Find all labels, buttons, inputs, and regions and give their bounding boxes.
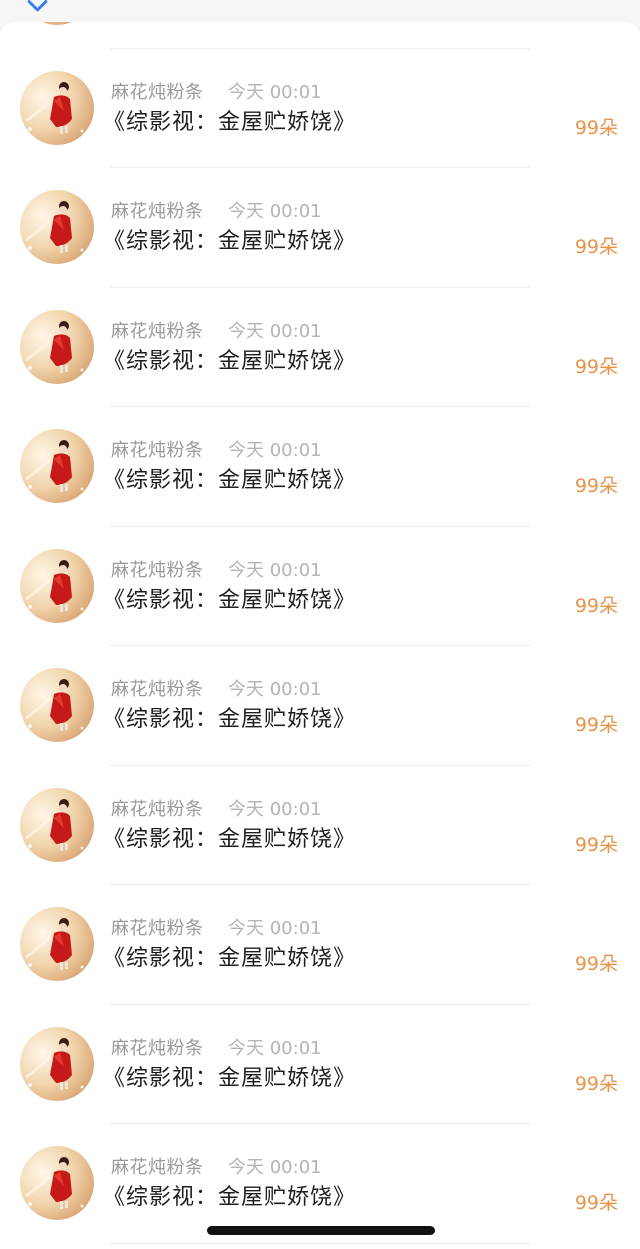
flower-count: 99朵 <box>574 1192 618 1214</box>
book-title[interactable]: 《综影视：金屋贮娇饶》 <box>103 343 356 375</box>
list-item[interactable]: 麻花炖粉条 今天 00:01 《综影视：金屋贮娇饶》 99朵 <box>0 49 640 168</box>
timestamp: 今天 00:01 <box>228 201 322 222</box>
user-name: 麻花炖粉条 <box>111 320 204 342</box>
flower-count: 99朵 <box>574 953 618 975</box>
avatar-image-icon[interactable] <box>20 668 94 742</box>
avatar-image-icon[interactable] <box>20 429 94 503</box>
avatar-figure <box>25 1037 84 1090</box>
flower-count: 99朵 <box>574 355 618 378</box>
avatar-image-icon[interactable] <box>20 22 94 25</box>
book-title[interactable]: 《综影视：金屋贮娇饶》 <box>103 940 356 972</box>
reward-list-card: 麻花炖粉条 今天 00:01 《综影视：金屋贮娇饶》 66朵 麻花炖粉条 今天 … <box>0 22 640 1249</box>
avatar-image-icon[interactable] <box>20 787 94 862</box>
list-item[interactable]: 麻花炖粉条 今天 00:01 《综影视：金屋贮娇饶》 99朵 <box>0 646 640 766</box>
user-name: 麻花炖粉条 <box>111 1157 204 1178</box>
avatar-image-icon[interactable] <box>20 1146 94 1220</box>
timestamp: 今天 00:01 <box>228 1157 322 1178</box>
timestamp: 今天 00:01 <box>228 1037 322 1059</box>
user-name: 麻花炖粉条 <box>111 1037 204 1059</box>
avatar-image-icon[interactable] <box>20 70 94 145</box>
user-name: 麻花炖粉条 <box>111 798 204 820</box>
book-title[interactable]: 《综影视：金屋贮娇饶》 <box>103 223 356 255</box>
user-name: 麻花炖粉条 <box>111 679 204 700</box>
avatar-figure <box>25 918 84 970</box>
avatar-figure <box>25 559 84 612</box>
flower-count: 99朵 <box>574 594 618 617</box>
user-name: 麻花炖粉条 <box>111 81 204 103</box>
avatar-image-icon[interactable] <box>20 1026 94 1101</box>
book-title[interactable]: 《综影视：金屋贮娇饶》 <box>103 1179 356 1211</box>
list-item[interactable]: 麻花炖粉条 今天 00:01 《综影视：金屋贮娇饶》 66朵 <box>0 22 640 49</box>
book-title[interactable]: 《综影视：金屋贮娇饶》 <box>103 701 356 733</box>
divider <box>110 1242 530 1244</box>
book-title[interactable]: 《综影视：金屋贮娇饶》 <box>103 1060 356 1092</box>
timestamp: 今天 00:01 <box>228 918 322 939</box>
flower-count: 99朵 <box>574 714 618 736</box>
avatar-figure <box>25 201 84 253</box>
avatar-figure <box>25 798 84 851</box>
user-name: 麻花炖粉条 <box>111 559 204 581</box>
list-item[interactable]: 麻花炖粉条 今天 00:01 《综影视：金屋贮娇饶》 99朵 <box>0 527 640 646</box>
user-name: 麻花炖粉条 <box>111 440 204 461</box>
timestamp: 今天 00:01 <box>228 559 322 581</box>
avatar-figure <box>25 81 84 134</box>
reward-list[interactable]: 麻花炖粉条 今天 00:01 《综影视：金屋贮娇饶》 66朵 麻花炖粉条 今天 … <box>0 22 640 1244</box>
app-screen: 麻花炖粉条 今天 00:01 《综影视：金屋贮娇饶》 66朵 麻花炖粉条 今天 … <box>0 0 640 1249</box>
timestamp: 今天 00:01 <box>228 440 322 461</box>
flower-count: 99朵 <box>574 475 618 497</box>
avatar-image-icon[interactable] <box>20 548 94 623</box>
home-indicator[interactable] <box>207 1226 435 1235</box>
avatar-figure <box>25 1157 84 1209</box>
list-item[interactable]: 麻花炖粉条 今天 00:01 《综影视：金屋贮娇饶》 99朵 <box>0 168 640 288</box>
timestamp: 今天 00:01 <box>228 679 322 700</box>
list-item[interactable]: 麻花炖粉条 今天 00:01 《综影视：金屋贮娇饶》 99朵 <box>0 288 640 407</box>
avatar-figure <box>25 679 84 731</box>
user-name: 麻花炖粉条 <box>111 201 204 222</box>
avatar-image-icon[interactable] <box>20 190 94 264</box>
flower-count: 99朵 <box>574 833 618 856</box>
book-title[interactable]: 《综影视：金屋贮娇饶》 <box>103 582 356 614</box>
flower-count: 99朵 <box>574 236 618 258</box>
timestamp: 今天 00:01 <box>228 320 322 342</box>
user-name: 麻花炖粉条 <box>111 918 204 939</box>
timestamp: 今天 00:01 <box>228 81 322 103</box>
avatar-image-icon[interactable] <box>20 309 94 384</box>
book-title[interactable]: 《综影视：金屋贮娇饶》 <box>103 462 356 494</box>
avatar-figure <box>20 22 94 25</box>
back-chevron-icon[interactable] <box>26 0 49 13</box>
flower-count: 99朵 <box>574 116 618 139</box>
avatar-image-icon[interactable] <box>20 907 94 981</box>
list-item[interactable]: 麻花炖粉条 今天 00:01 《综影视：金屋贮娇饶》 99朵 <box>0 766 640 885</box>
list-item[interactable]: 麻花炖粉条 今天 00:01 《综影视：金屋贮娇饶》 99朵 <box>0 885 640 1005</box>
flower-count: 99朵 <box>574 1072 618 1095</box>
timestamp: 今天 00:01 <box>228 798 322 820</box>
list-item[interactable]: 麻花炖粉条 今天 00:01 《综影视：金屋贮娇饶》 99朵 <box>0 1005 640 1124</box>
book-title[interactable]: 《综影视：金屋贮娇饶》 <box>103 104 356 136</box>
list-item[interactable]: 麻花炖粉条 今天 00:01 《综影视：金屋贮娇饶》 99朵 <box>0 407 640 527</box>
avatar-figure <box>25 320 84 373</box>
book-title[interactable]: 《综影视：金屋贮娇饶》 <box>103 821 356 853</box>
avatar-figure <box>25 440 84 492</box>
